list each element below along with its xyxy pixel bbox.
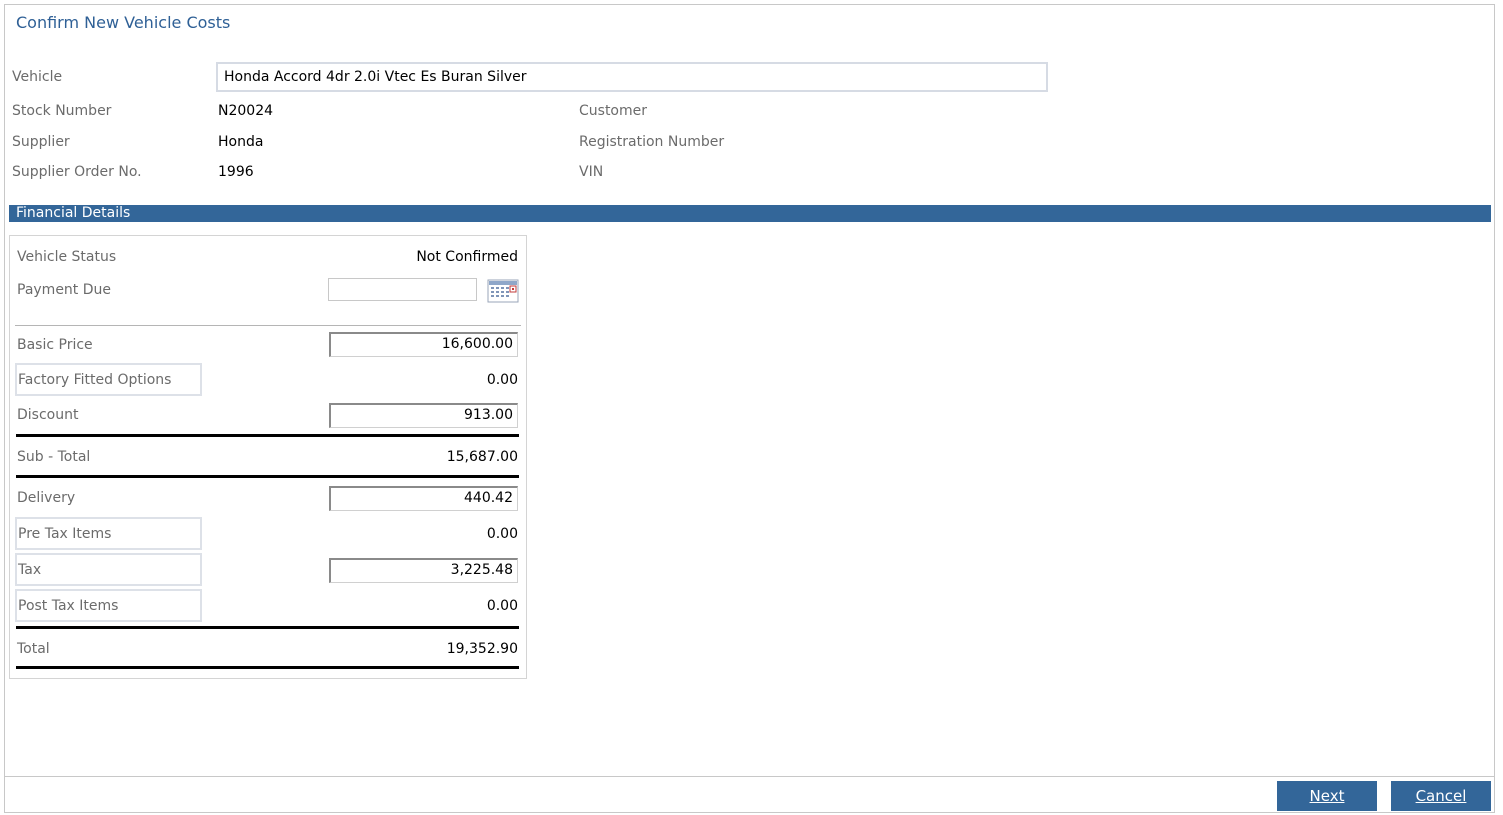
subtotal-label: Sub - Total	[17, 449, 91, 465]
basic-price-label: Basic Price	[17, 337, 93, 353]
total-rule-bottom	[16, 666, 519, 669]
delivery-label: Delivery	[17, 490, 76, 506]
vin-label: VIN	[579, 164, 604, 180]
total-value: 19,352.90	[446, 641, 518, 657]
next-button[interactable]: Next	[1277, 781, 1377, 811]
factory-fitted-options-button[interactable]: Factory Fitted Options	[15, 363, 202, 396]
stock-number-value: N20024	[218, 103, 274, 119]
subtotal-rule-bottom	[16, 475, 519, 478]
customer-label: Customer	[579, 103, 648, 119]
divider	[15, 325, 521, 326]
vehicle-status-label: Vehicle Status	[17, 249, 117, 265]
pre-tax-items-button[interactable]: Pre Tax Items	[15, 517, 202, 550]
subtotal-value: 15,687.00	[446, 449, 518, 465]
footer-divider	[5, 776, 1495, 777]
vehicle-status-value: Not Confirmed	[416, 249, 518, 265]
pre-tax-items-value: 0.00	[486, 526, 518, 542]
supplier-value: Honda	[218, 134, 264, 150]
post-tax-items-value: 0.00	[486, 598, 518, 614]
delivery-input[interactable]: 440.42	[329, 486, 518, 511]
payment-due-label: Payment Due	[17, 282, 112, 298]
cancel-button[interactable]: Cancel	[1391, 781, 1491, 811]
supplier-order-label: Supplier Order No.	[12, 164, 142, 180]
tax-button[interactable]: Tax	[15, 553, 202, 586]
payment-due-input[interactable]	[328, 278, 477, 301]
stock-number-label: Stock Number	[12, 103, 112, 119]
discount-input[interactable]: 913.00	[329, 403, 518, 428]
discount-label: Discount	[17, 407, 79, 423]
registration-number-label: Registration Number	[579, 134, 725, 150]
subtotal-rule-top	[16, 434, 519, 437]
page-title: Confirm New Vehicle Costs	[16, 13, 231, 32]
total-rule-top	[16, 626, 519, 629]
tax-input[interactable]: 3,225.48	[329, 558, 518, 583]
post-tax-items-button[interactable]: Post Tax Items	[15, 589, 202, 622]
total-label: Total	[17, 641, 50, 657]
vehicle-field[interactable]	[216, 62, 1048, 92]
vehicle-label: Vehicle	[12, 69, 63, 85]
supplier-label: Supplier	[12, 134, 70, 150]
supplier-order-value: 1996	[218, 164, 254, 180]
calendar-icon[interactable]	[487, 279, 519, 303]
financial-details-header: Financial Details	[9, 205, 1491, 222]
factory-fitted-options-value: 0.00	[486, 372, 518, 388]
basic-price-input[interactable]: 16,600.00	[329, 332, 518, 357]
